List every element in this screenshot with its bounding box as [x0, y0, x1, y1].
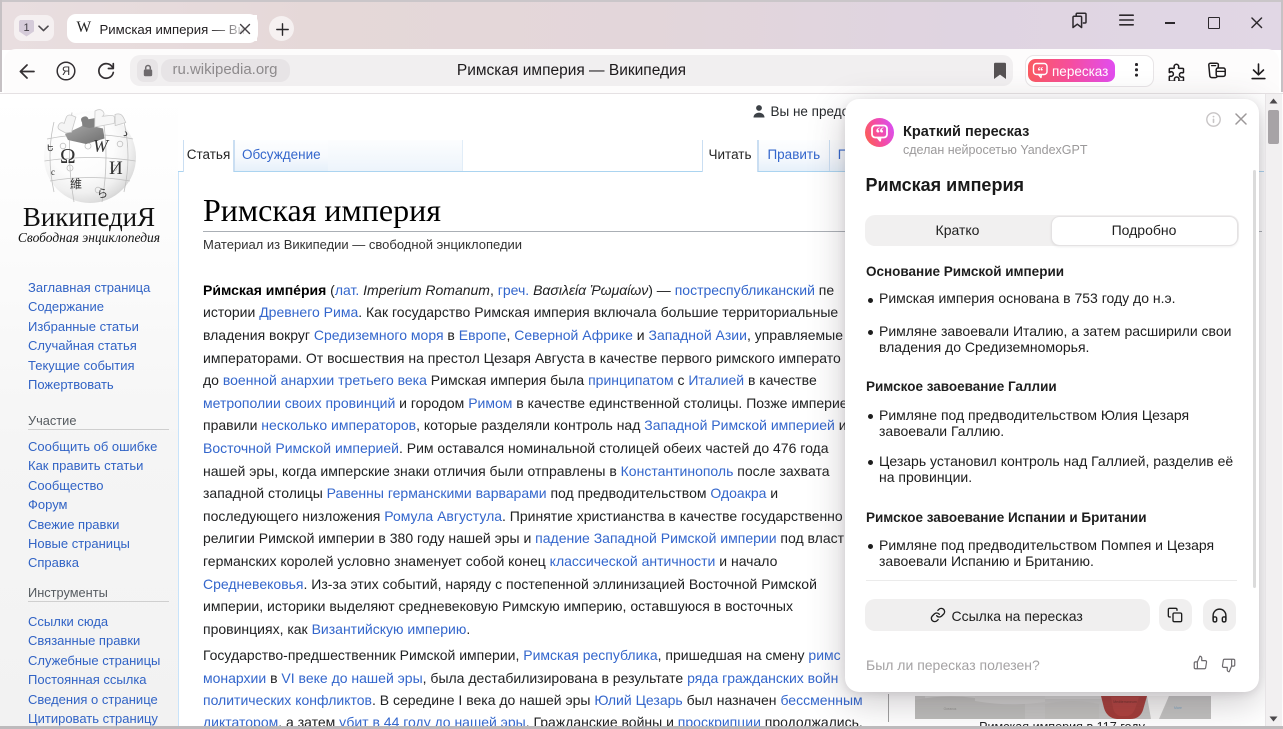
svg-text:Mediterraneum: Mediterraneum [1113, 700, 1137, 704]
svg-text:Mare: Mare [1174, 706, 1182, 710]
svg-text:“: “ [1037, 64, 1043, 78]
svg-text:ら: ら [97, 187, 108, 200]
svg-text:Ω: Ω [60, 144, 76, 168]
svg-text:Я: Я [62, 66, 70, 78]
svg-text:“: “ [875, 124, 884, 143]
svg-text:Ե: Ե [47, 143, 54, 153]
svg-text:د: د [123, 127, 128, 139]
svg-text:И: И [109, 158, 123, 179]
svg-text:維: 維 [70, 177, 82, 191]
svg-text:W: W [93, 136, 110, 156]
svg-text:с: с [51, 167, 55, 177]
svg-text:Oceanus: Oceanus [943, 707, 956, 711]
